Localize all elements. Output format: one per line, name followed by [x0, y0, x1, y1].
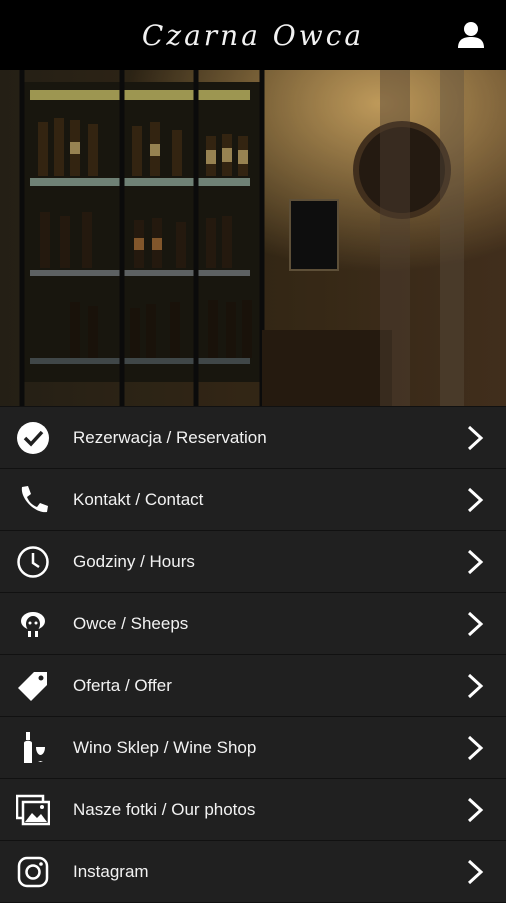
chevron-right-icon	[467, 797, 484, 823]
menu-item-label: Rezerwacja / Reservation	[73, 427, 267, 447]
menu-item-label: Kontakt / Contact	[73, 489, 204, 509]
clock-icon	[16, 545, 50, 579]
chevron-right-icon	[467, 549, 484, 575]
menu-item-label: Owce / Sheeps	[73, 613, 189, 633]
menu-item-wine-shop[interactable]: Wino Sklep / Wine Shop	[0, 717, 506, 779]
menu-item-photos[interactable]: Nasze fotki / Our photos	[0, 779, 506, 841]
phone-icon	[16, 483, 50, 517]
instagram-icon	[16, 855, 50, 889]
menu-item-contact[interactable]: Kontakt / Contact	[0, 469, 506, 531]
wine-bottle-glass-icon	[16, 731, 50, 765]
app-header: Czarna Owca	[0, 0, 506, 70]
menu-item-sheeps[interactable]: Owce / Sheeps	[0, 593, 506, 655]
main-menu: Rezerwacja / Reservation Kontakt / Conta…	[0, 406, 506, 903]
user-icon[interactable]	[456, 20, 486, 50]
sheep-icon	[16, 607, 50, 641]
menu-item-offer[interactable]: Oferta / Offer	[0, 655, 506, 717]
chevron-right-icon	[467, 859, 484, 885]
app-logo[interactable]: Czarna Owca	[142, 19, 364, 52]
chevron-right-icon	[467, 735, 484, 761]
menu-item-instagram[interactable]: Instagram	[0, 841, 506, 903]
menu-item-label: Nasze fotki / Our photos	[73, 799, 256, 819]
chevron-right-icon	[467, 487, 484, 513]
chevron-right-icon	[467, 611, 484, 637]
menu-item-reservation[interactable]: Rezerwacja / Reservation	[0, 407, 506, 469]
price-tag-icon	[16, 669, 50, 703]
menu-item-label: Godziny / Hours	[73, 551, 195, 571]
menu-item-label: Oferta / Offer	[73, 675, 172, 695]
chevron-right-icon	[467, 425, 484, 451]
menu-item-label: Instagram	[73, 861, 149, 881]
hero-image	[0, 70, 506, 406]
checkmark-circle-icon	[16, 421, 50, 455]
menu-item-label: Wino Sklep / Wine Shop	[73, 737, 257, 757]
photos-icon	[16, 793, 50, 827]
chevron-right-icon	[467, 673, 484, 699]
menu-item-hours[interactable]: Godziny / Hours	[0, 531, 506, 593]
